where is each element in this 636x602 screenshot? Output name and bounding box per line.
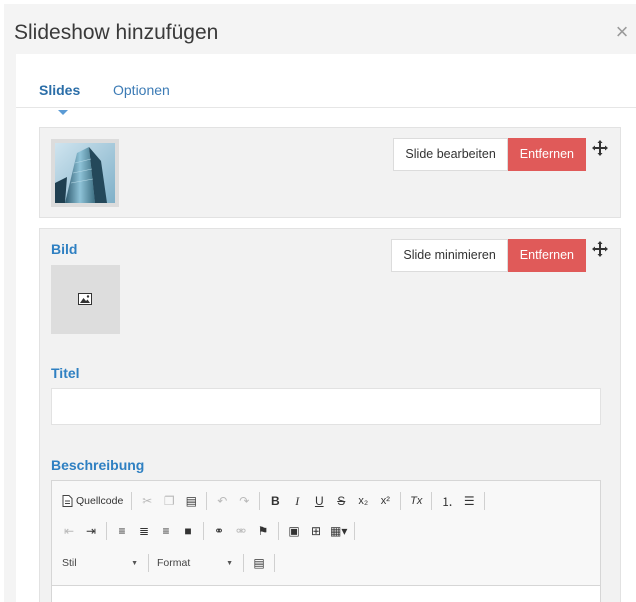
- toolbar-separator: [274, 554, 275, 572]
- undo-icon[interactable]: ↶: [211, 490, 233, 512]
- slide-actions: Slide bearbeiten Entfernen: [393, 138, 586, 171]
- italic-button[interactable]: I: [286, 490, 308, 512]
- toolbar-separator: [203, 522, 204, 540]
- slide-card-expanded: Bild Slide minimieren Entfernen Titel Be…: [39, 228, 621, 602]
- toolbar-separator: [106, 522, 107, 540]
- source-button[interactable]: Quellcode: [58, 490, 127, 512]
- rich-text-editor: Quellcode ✂ ❐ ▤ ↶ ↷ B I U S x₂ x² Tx ⒈ ☰…: [51, 480, 601, 602]
- remove-slide-button[interactable]: Entfernen: [507, 239, 586, 272]
- move-icon[interactable]: [592, 140, 608, 156]
- superscript-button[interactable]: x²: [374, 490, 396, 512]
- image-icon: [78, 293, 92, 305]
- editor-toolbar-row: Stil ▼ Format ▼ ▤: [58, 551, 279, 575]
- outdent-icon[interactable]: ⇤: [58, 520, 80, 542]
- image-label: Bild: [51, 241, 78, 257]
- unlink-icon[interactable]: ⚮: [230, 520, 252, 542]
- editor-content-area[interactable]: [52, 585, 600, 602]
- toolbar-separator: [243, 554, 244, 572]
- link-icon[interactable]: ⚭: [208, 520, 230, 542]
- chevron-down-icon: ▼: [131, 559, 138, 567]
- table-icon[interactable]: ⊞: [305, 520, 327, 542]
- anchor-icon[interactable]: ⚑: [252, 520, 274, 542]
- insert-image-icon[interactable]: ▣: [283, 520, 305, 542]
- close-icon[interactable]: ×: [612, 21, 632, 43]
- move-icon[interactable]: [592, 241, 608, 257]
- minimize-slide-button[interactable]: Slide minimieren: [391, 239, 508, 272]
- align-center-icon[interactable]: ≣: [133, 520, 155, 542]
- editor-toolbar-row: Quellcode ✂ ❐ ▤ ↶ ↷ B I U S x₂ x² Tx ⒈ ☰: [58, 489, 489, 513]
- toolbar-separator: [354, 522, 356, 540]
- tab-slides[interactable]: Slides: [39, 82, 80, 98]
- bold-button[interactable]: B: [264, 490, 286, 512]
- redo-icon[interactable]: ↷: [233, 490, 255, 512]
- templates-icon[interactable]: ▤: [248, 552, 270, 574]
- style-dropdown-label: Stil: [62, 557, 77, 569]
- building-thumbnail-image: [55, 143, 115, 203]
- toolbar-separator: [206, 492, 208, 510]
- align-left-icon[interactable]: ≡: [111, 520, 133, 542]
- underline-button[interactable]: U: [308, 490, 330, 512]
- justify-icon[interactable]: ■: [177, 520, 199, 542]
- toolbar-separator: [259, 492, 261, 510]
- cut-icon[interactable]: ✂: [136, 490, 158, 512]
- copy-icon[interactable]: ❐: [158, 490, 180, 512]
- toolbar-separator: [431, 492, 433, 510]
- source-icon: [62, 495, 73, 507]
- toolbar-separator: [148, 554, 149, 572]
- subscript-button[interactable]: x₂: [352, 490, 374, 512]
- numbered-list-icon[interactable]: ⒈: [436, 490, 458, 512]
- title-label: Titel: [51, 365, 80, 381]
- slide-actions: Slide minimieren Entfernen: [391, 239, 586, 272]
- remove-format-button[interactable]: Tx: [405, 490, 427, 512]
- active-tab-indicator: [58, 110, 68, 115]
- description-label: Beschreibung: [51, 457, 145, 473]
- slide-card-collapsed: Slide bearbeiten Entfernen: [39, 127, 621, 218]
- style-dropdown[interactable]: Stil ▼: [58, 552, 144, 574]
- toolbar-separator: [400, 492, 402, 510]
- title-input[interactable]: [51, 388, 601, 425]
- modal-panel: Slides Optionen Slide bearbeiten Entfern…: [16, 54, 636, 602]
- source-label: Quellcode: [76, 495, 124, 507]
- bullet-list-icon[interactable]: ☰: [458, 490, 480, 512]
- paste-icon[interactable]: ▤: [180, 490, 202, 512]
- slide-thumbnail[interactable]: [51, 139, 119, 207]
- format-dropdown-label: Format: [157, 557, 191, 569]
- slideshow-modal: Slideshow hinzufügen × Slides Optionen S…: [4, 4, 636, 602]
- strike-button[interactable]: S: [330, 490, 352, 512]
- special-insert-icon[interactable]: ▦▾: [327, 520, 350, 542]
- image-upload-area[interactable]: [51, 265, 120, 334]
- align-right-icon[interactable]: ≡: [155, 520, 177, 542]
- indent-icon[interactable]: ⇥: [80, 520, 102, 542]
- tab-optionen[interactable]: Optionen: [113, 82, 170, 98]
- tab-bar: Slides Optionen: [16, 54, 636, 108]
- chevron-down-icon: ▼: [226, 559, 233, 567]
- toolbar-separator: [484, 492, 486, 510]
- format-dropdown[interactable]: Format ▼: [153, 552, 239, 574]
- toolbar-separator: [131, 492, 133, 510]
- toolbar-separator: [278, 522, 279, 540]
- edit-slide-button[interactable]: Slide bearbeiten: [393, 138, 508, 171]
- remove-slide-button[interactable]: Entfernen: [507, 138, 586, 171]
- editor-toolbar-row: ⇤ ⇥ ≡ ≣ ≡ ■ ⚭ ⚮ ⚑ ▣ ⊞ ▦▾: [58, 519, 359, 543]
- modal-title: Slideshow hinzufügen: [14, 21, 219, 44]
